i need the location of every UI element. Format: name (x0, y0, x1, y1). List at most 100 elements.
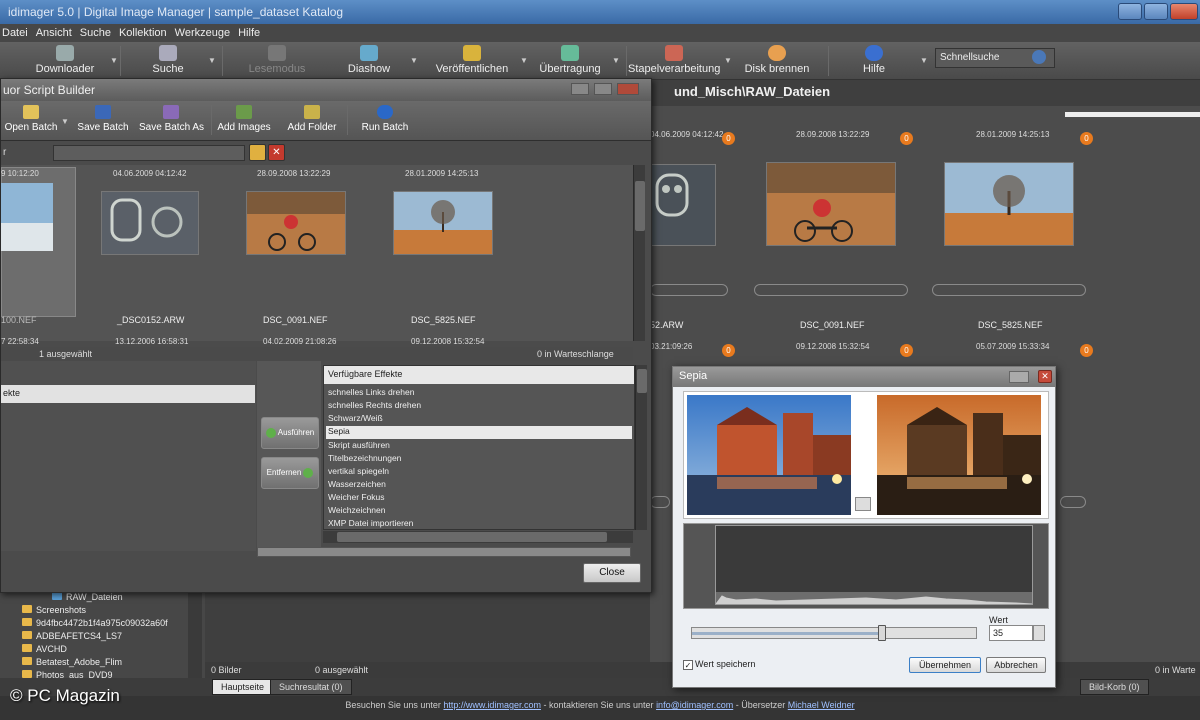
compare-icon[interactable] (855, 497, 871, 511)
website-link[interactable]: http://www.idimager.com (443, 700, 541, 710)
effects-scrollbar[interactable] (635, 365, 647, 530)
maximize-icon[interactable] (594, 83, 613, 95)
downloader-button[interactable]: Downloader (20, 42, 110, 80)
effects-hscrollbar[interactable] (323, 531, 633, 543)
slideshow-button[interactable]: Diashow (330, 42, 408, 80)
thumbnails-scrollbar[interactable] (633, 165, 645, 341)
tree-item[interactable]: Screenshots (0, 605, 86, 618)
folder-icon[interactable] (249, 144, 266, 161)
thumbnail-image[interactable] (944, 162, 1074, 246)
close-icon[interactable]: ✕ (1038, 370, 1052, 383)
search-button[interactable]: Suche (130, 42, 206, 80)
scroll-thumb[interactable] (337, 532, 607, 542)
rating-bar[interactable] (650, 496, 670, 508)
menu-tools[interactable]: Werkzeuge (175, 27, 230, 39)
add-images-button[interactable]: Add Images (215, 103, 273, 139)
burn-disc-button[interactable]: Disk brennen (740, 42, 814, 80)
effects-list-item[interactable]: ekte (1, 385, 255, 403)
effect-item[interactable]: Titelbezeichnungen (328, 453, 401, 463)
chevron-down-icon[interactable]: ▼ (410, 56, 418, 65)
value-slider[interactable] (691, 625, 977, 641)
reading-mode-button[interactable]: Lesemodus (232, 42, 322, 80)
slider-handle[interactable] (878, 625, 887, 641)
translator-link[interactable]: Michael Weidner (788, 700, 855, 710)
close-icon[interactable] (617, 83, 640, 95)
cancel-button[interactable]: Abbrechen (986, 657, 1046, 673)
effect-item[interactable]: Weicher Fokus (328, 492, 385, 502)
maximize-icon[interactable] (1009, 371, 1029, 383)
thumbnail-image[interactable] (101, 191, 199, 255)
menu-help[interactable]: Hilfe (238, 27, 260, 39)
effect-item[interactable]: vertikal spiegeln (328, 466, 389, 476)
email-link[interactable]: info@idimager.com (656, 700, 733, 710)
maximize-button[interactable] (1144, 3, 1168, 20)
tab-main[interactable]: Hauptseite (212, 679, 274, 695)
chevron-down-icon[interactable]: ▼ (61, 117, 69, 126)
chevron-down-icon[interactable]: ▼ (612, 56, 620, 65)
value-spinner[interactable] (1033, 625, 1045, 641)
tree-item[interactable]: RAW_Dateien (0, 592, 123, 605)
effect-item[interactable]: Weichzeichnen (328, 505, 386, 515)
effect-item[interactable]: Wasserzeichen (328, 479, 386, 489)
effect-item[interactable]: Schwarz/Weiß (328, 413, 383, 423)
chevron-down-icon[interactable]: ▼ (208, 56, 216, 65)
effect-item[interactable]: Skript ausführen (328, 440, 390, 450)
scroll-thumb[interactable] (635, 181, 645, 231)
effect-item[interactable]: schnelles Links drehen (328, 387, 414, 397)
minimize-button[interactable] (1118, 3, 1142, 20)
open-batch-button[interactable]: Open Batch (3, 103, 59, 139)
rating-bar[interactable] (932, 284, 1086, 296)
thumbnail-image[interactable] (1, 183, 53, 251)
tree-item[interactable]: Betatest_Adobe_Flim (0, 657, 122, 670)
rating-bar[interactable] (650, 284, 728, 296)
save-batch-button[interactable]: Save Batch (73, 103, 133, 139)
filter-input[interactable] (53, 145, 245, 161)
rating-bar[interactable] (754, 284, 908, 296)
chevron-down-icon[interactable]: ▼ (110, 56, 118, 65)
publish-button[interactable]: Veröffentlichen (428, 42, 516, 80)
tree-item[interactable]: AVCHD (0, 644, 67, 657)
remove-effect-button[interactable]: Entfernen (261, 457, 319, 489)
zoom-slider[interactable] (1065, 112, 1200, 117)
menu-view[interactable]: Ansicht (36, 27, 72, 39)
tree-item[interactable]: Photos_aus_DVD9 (0, 670, 113, 678)
effect-item[interactable]: schnelles Rechts drehen (328, 400, 421, 410)
thumbnail-image[interactable] (246, 191, 346, 255)
batch-status: 1 ausgewählt 0 in Warteschlange (1, 347, 633, 361)
tab-image-basket[interactable]: Bild-Korb (0) (1080, 679, 1149, 695)
close-button[interactable]: Close (583, 563, 641, 583)
scroll-thumb[interactable] (637, 369, 647, 393)
close-window-button[interactable] (1170, 3, 1198, 20)
thumbnail-image[interactable] (393, 191, 493, 255)
save-batch-as-button[interactable]: Save Batch As (139, 103, 204, 139)
effect-item[interactable]: XMP Datei importieren (328, 518, 413, 528)
tree-item[interactable]: ADBEAFETCS4_LS7 (0, 631, 122, 644)
value-input[interactable]: 35 (989, 625, 1033, 641)
apply-effect-button[interactable]: Ausführen (261, 417, 319, 449)
clear-icon[interactable]: ✕ (268, 144, 285, 161)
help-button[interactable]: Hilfe (842, 42, 906, 80)
run-batch-button[interactable]: Run Batch (355, 103, 415, 139)
chevron-down-icon[interactable]: ▼ (920, 56, 928, 65)
tree-item[interactable]: 9d4fbc4472b1f4a975c09032a60f (0, 618, 168, 631)
search-go-icon[interactable] (1032, 50, 1046, 64)
minimize-icon[interactable] (571, 83, 589, 95)
chevron-down-icon[interactable]: ▼ (520, 56, 528, 65)
chevron-down-icon[interactable]: ▼ (724, 56, 732, 65)
save-value-checkbox[interactable]: ✓ (683, 660, 693, 670)
arrow-right-icon (303, 467, 314, 478)
tab-search-results[interactable]: Suchresultat (0) (270, 679, 352, 695)
thumbnail-image[interactable] (650, 164, 716, 246)
add-folder-button[interactable]: Add Folder (283, 103, 341, 139)
tree-scrollbar[interactable] (188, 590, 202, 678)
file-name: DSC_5825.NEF (978, 320, 1043, 330)
thumbnail-image[interactable] (766, 162, 896, 246)
apply-button[interactable]: Übernehmen (909, 657, 981, 673)
menu-file[interactable]: Datei (2, 27, 28, 39)
transfer-button[interactable]: Übertragung (530, 42, 610, 80)
rating-bar[interactable] (1060, 496, 1086, 508)
batch-processing-button[interactable]: Stapelverarbeitung (628, 42, 720, 80)
menu-collection[interactable]: Kollektion (119, 27, 167, 39)
effect-item-selected[interactable]: Sepia (326, 426, 632, 439)
menu-search[interactable]: Suche (80, 27, 111, 39)
